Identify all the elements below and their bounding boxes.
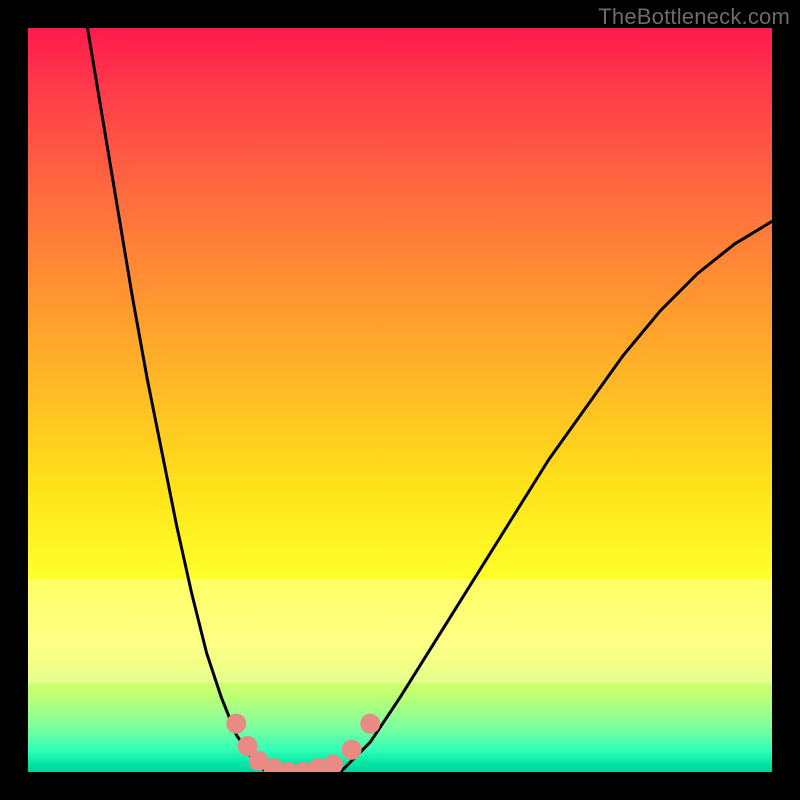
series-group <box>88 28 773 772</box>
watermark-text: TheBottleneck.com <box>598 4 790 30</box>
chart-svg <box>28 28 772 772</box>
valley-marker <box>226 714 246 734</box>
valley-marker <box>360 714 380 734</box>
marker-group <box>226 714 380 772</box>
valley-marker <box>342 740 362 760</box>
bottleneck-curve <box>88 28 773 772</box>
valley-marker <box>323 755 343 772</box>
plot-area <box>28 28 772 772</box>
